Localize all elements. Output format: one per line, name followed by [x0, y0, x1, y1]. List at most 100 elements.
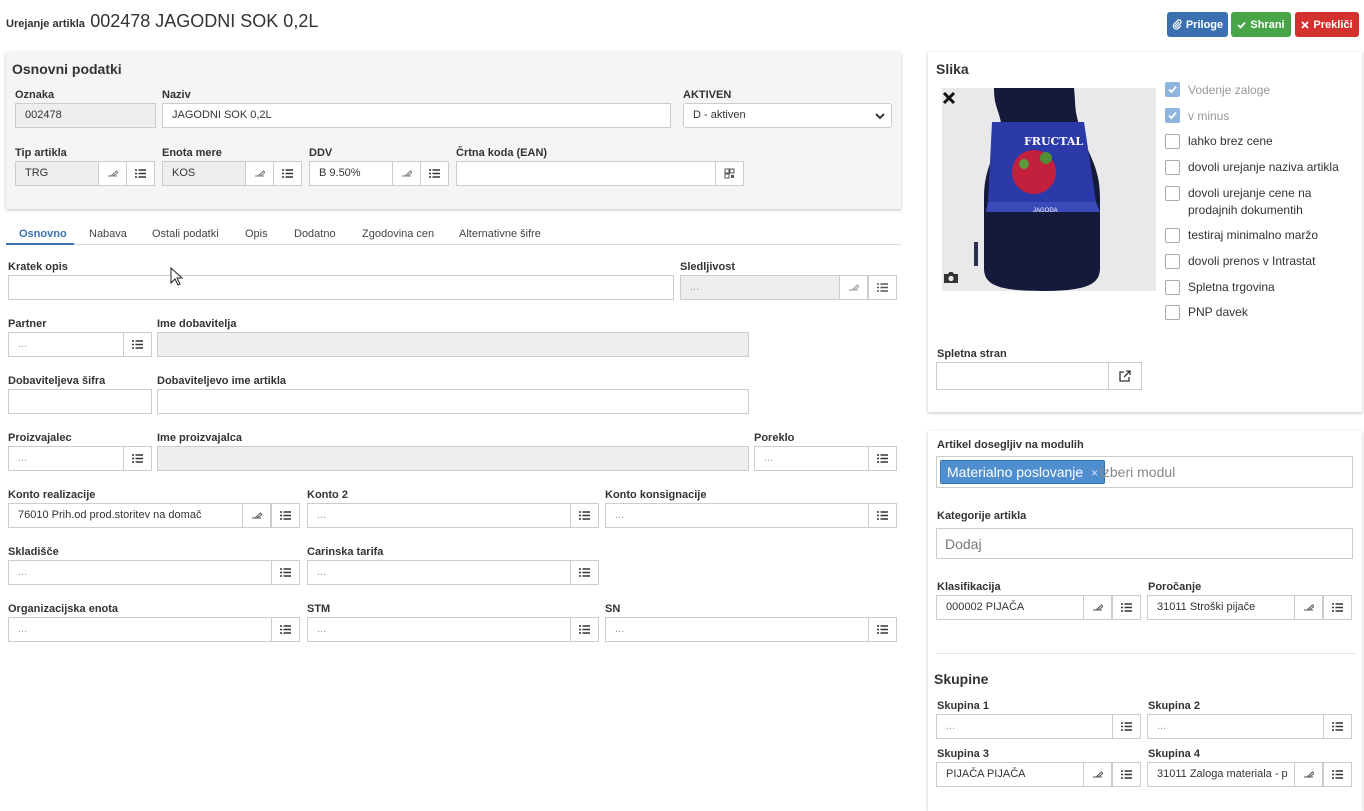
dob-ime-field[interactable]	[157, 389, 749, 414]
porocanje-list-button[interactable]	[1323, 595, 1352, 620]
ean-barcode-button[interactable]	[715, 161, 744, 186]
pnp-davek-checkbox[interactable]	[1165, 305, 1180, 320]
ime-proizvajalca-field[interactable]	[157, 446, 749, 471]
skupina3-clear-button[interactable]	[1083, 762, 1112, 787]
naziv-field[interactable]: JAGODNI SOK 0,2L	[162, 103, 671, 128]
tab-ostali-podatki[interactable]: Ostali podatki	[152, 228, 219, 240]
ddv-clear-button[interactable]	[392, 161, 421, 186]
proizvajalec-list-button[interactable]	[123, 446, 152, 471]
tab-alternativne-sifre[interactable]: Alternativne šifre	[459, 228, 541, 240]
tab-zgodovina-cen[interactable]: Zgodovina cen	[362, 228, 434, 240]
lahko-brez-cene-checkbox[interactable]	[1165, 134, 1180, 149]
open-link-button[interactable]	[1108, 362, 1142, 390]
aktiven-select[interactable]: D - aktiven	[683, 103, 892, 128]
sledljivost-clear-button[interactable]	[839, 275, 868, 300]
sn-field[interactable]: ...	[605, 617, 869, 642]
ime-dobavitelja-field[interactable]	[157, 332, 749, 357]
klasifikacija-list-button[interactable]	[1112, 595, 1141, 620]
enota-list-button[interactable]	[273, 161, 302, 186]
konto-kons-list-button[interactable]	[868, 503, 897, 528]
sledljivost-list-button[interactable]	[868, 275, 897, 300]
v-minus-checkbox[interactable]	[1165, 108, 1180, 123]
poreklo-list-button[interactable]	[868, 446, 897, 471]
kratek-opis-field[interactable]	[8, 275, 674, 300]
tab-osnovno[interactable]: Osnovno	[19, 228, 67, 240]
enota-clear-button[interactable]	[245, 161, 274, 186]
list-icon	[280, 568, 291, 577]
carinska-field[interactable]: ...	[307, 560, 571, 585]
skupina3-field[interactable]: PIJAČA PIJAČA	[936, 762, 1084, 787]
kategorije-field[interactable]: Dodaj	[936, 528, 1353, 559]
camera-icon[interactable]	[943, 271, 959, 284]
list-icon	[1332, 603, 1343, 612]
partner-list-button[interactable]	[123, 332, 152, 357]
close-icon[interactable]	[942, 91, 956, 105]
tab-dodatno[interactable]: Dodatno	[294, 228, 336, 240]
skupina2-field[interactable]: ...	[1147, 714, 1324, 739]
stm-field[interactable]: ...	[307, 617, 571, 642]
tab-nabava[interactable]: Nabava	[89, 228, 127, 240]
proizvajalec-label: Proizvajalec	[8, 432, 72, 444]
cancel-button[interactable]: Prekliči	[1295, 12, 1359, 37]
konto-real-clear-button[interactable]	[242, 503, 271, 528]
aktiven-value: D - aktiven	[693, 109, 746, 121]
skupina4-field[interactable]: 31011 Zaloga materiala - p	[1147, 762, 1295, 787]
konto-real-list-button[interactable]	[271, 503, 300, 528]
org-field[interactable]: ...	[8, 617, 272, 642]
ean-field[interactable]	[456, 161, 716, 186]
urejanje-cene-checkbox[interactable]	[1165, 186, 1180, 201]
dob-sifra-label: Dobaviteljeva šifra	[8, 375, 106, 387]
list-icon	[1332, 770, 1343, 779]
konto-kons-field[interactable]: ...	[605, 503, 869, 528]
porocanje-field[interactable]: 31011 Stroški pijače	[1147, 595, 1295, 620]
ddv-field[interactable]: B 9.50%	[309, 161, 393, 186]
skupina4-clear-button[interactable]	[1294, 762, 1323, 787]
partner-field[interactable]: ...	[8, 332, 124, 357]
intrastat-checkbox[interactable]	[1165, 254, 1180, 269]
konto-real-field[interactable]: 76010 Prih.od prod.storitev na domač	[8, 503, 243, 528]
qrcode-icon	[724, 168, 735, 179]
tip-clear-button[interactable]	[98, 161, 127, 186]
check-icon	[1168, 85, 1177, 94]
org-list-button[interactable]	[271, 617, 300, 642]
module-tag-label: Materialno poslovanje	[947, 464, 1084, 480]
modules-select[interactable]: Materialno poslovanje × Izberi modul	[936, 456, 1353, 488]
skupina3-list-button[interactable]	[1112, 762, 1141, 787]
porocanje-clear-button[interactable]	[1294, 595, 1323, 620]
skupina4-list-button[interactable]	[1323, 762, 1352, 787]
skupina1-field[interactable]: ...	[936, 714, 1113, 739]
list-icon	[877, 511, 888, 520]
konto2-label: Konto 2	[307, 489, 348, 501]
oznaka-field[interactable]: 002478	[15, 103, 156, 128]
list-icon	[1121, 603, 1132, 612]
proizvajalec-field[interactable]: ...	[8, 446, 124, 471]
skladisce-list-button[interactable]	[271, 560, 300, 585]
spletna-trgovina-checkbox[interactable]	[1165, 280, 1180, 295]
konto2-field[interactable]: ...	[307, 503, 571, 528]
sn-list-button[interactable]	[868, 617, 897, 642]
skladisce-field[interactable]: ...	[8, 560, 272, 585]
tab-opis[interactable]: Opis	[245, 228, 268, 240]
poreklo-field[interactable]: ...	[754, 446, 870, 471]
skupina2-list-button[interactable]	[1323, 714, 1352, 739]
spletna-stran-field[interactable]	[936, 362, 1109, 390]
tip-field[interactable]: TRG	[15, 161, 99, 186]
klasifikacija-clear-button[interactable]	[1083, 595, 1112, 620]
konto2-list-button[interactable]	[570, 503, 599, 528]
attach-button[interactable]: Priloge	[1167, 12, 1228, 37]
remove-tag-icon[interactable]: ×	[1091, 466, 1098, 480]
save-button[interactable]: Shrani	[1231, 12, 1291, 37]
minimalna-marza-checkbox[interactable]	[1165, 228, 1180, 243]
stm-list-button[interactable]	[570, 617, 599, 642]
ddv-list-button[interactable]	[420, 161, 449, 186]
enota-field[interactable]: KOS	[162, 161, 246, 186]
vodenje-zaloge-checkbox[interactable]	[1165, 82, 1180, 97]
klasifikacija-field[interactable]: 000002 PIJAČA	[936, 595, 1084, 620]
skupina1-list-button[interactable]	[1112, 714, 1141, 739]
tip-list-button[interactable]	[126, 161, 155, 186]
sledljivost-field[interactable]: ...	[680, 275, 840, 300]
urejanje-naziva-checkbox[interactable]	[1165, 160, 1180, 175]
dob-sifra-field[interactable]	[8, 389, 152, 414]
carinska-list-button[interactable]	[570, 560, 599, 585]
external-link-icon	[1119, 370, 1131, 382]
